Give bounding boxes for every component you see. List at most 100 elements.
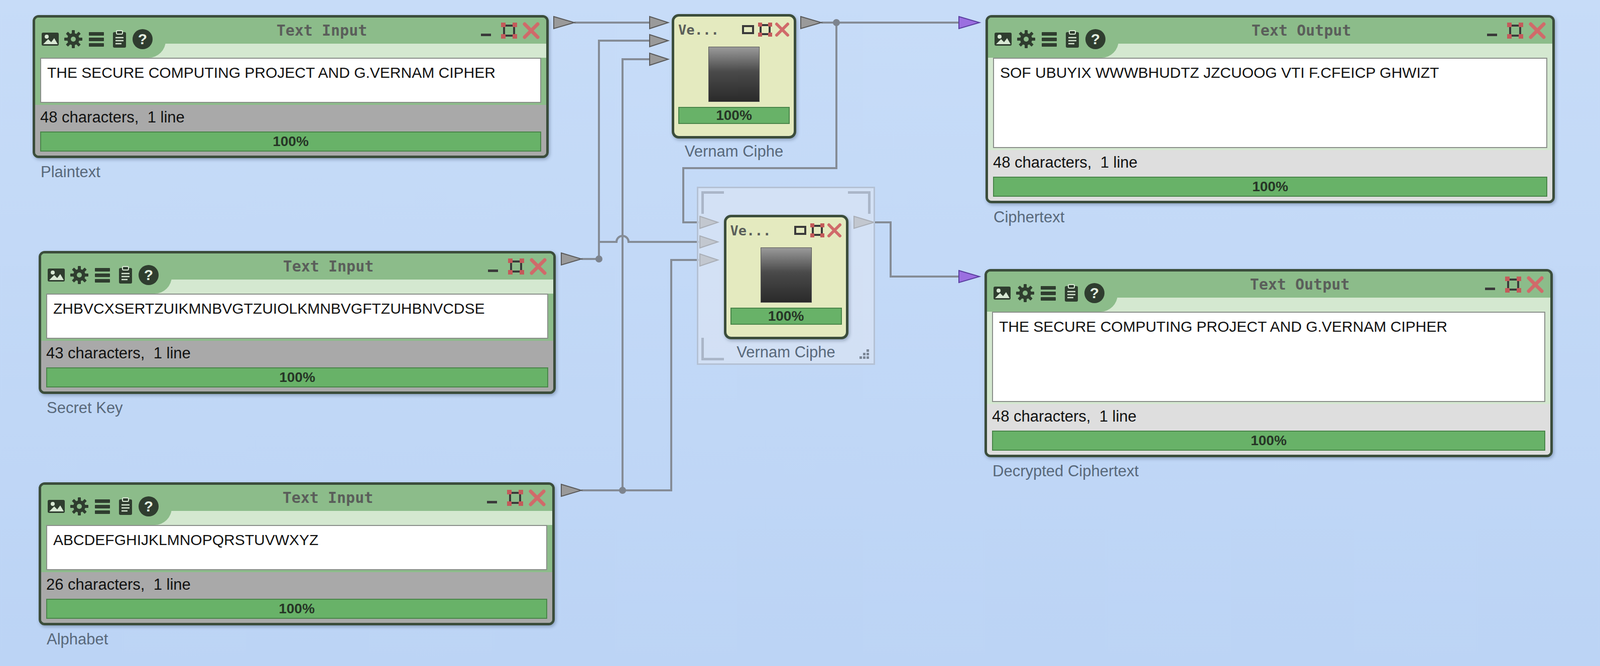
text-output-node[interactable]: ? Text Output SOF UBUYIX WWWBHUDTZ JZCUO… [985, 15, 1555, 204]
maximize-icon[interactable] [1504, 275, 1523, 294]
window-controls [483, 484, 553, 508]
text-input-node[interactable]: ? Text Input THE SECURE COMPUTING PROJEC… [32, 15, 549, 159]
progress-bar: 100% [46, 598, 548, 620]
output-port-icon[interactable] [561, 253, 582, 266]
close-icon[interactable] [1526, 275, 1545, 294]
node-header[interactable]: Ve... [678, 16, 790, 43]
node-label[interactable]: Vernam Ciphe [736, 343, 835, 362]
close-icon[interactable] [774, 22, 790, 38]
component-photo [708, 46, 760, 102]
maximize-icon[interactable] [507, 257, 526, 276]
node-label[interactable]: Decrypted Ciphertext [984, 462, 1553, 481]
wire[interactable] [581, 40, 650, 260]
presentation-image-icon[interactable] [46, 496, 67, 517]
close-icon[interactable] [1528, 21, 1547, 40]
input-port-icon[interactable] [649, 34, 669, 47]
text-input-node[interactable]: ? Text Input ZHBVCXSERTZUIKMNBVGTZUIOLKM… [38, 251, 556, 395]
text-field[interactable]: SOF UBUYIX WWWBHUDTZ JZCUOOG VTI F.CFEIC… [993, 57, 1548, 149]
data-list-icon[interactable] [1039, 29, 1060, 50]
wire[interactable] [622, 260, 699, 491]
text-field[interactable]: ZHBVCXSERTZUIKMNBVGTZUIOLKMNBVGFTZUHBNVC… [46, 293, 549, 339]
output-port-icon[interactable] [561, 484, 582, 497]
text-input-node[interactable]: ? Text Input ABCDEFGHIJKLMNOPQRSTUVWXYZ … [38, 482, 555, 626]
log-clipboard-icon[interactable] [115, 265, 136, 286]
log-clipboard-icon[interactable] [1061, 283, 1082, 304]
wire[interactable] [574, 21, 650, 24]
text-field[interactable]: THE SECURE COMPUTING PROJECT AND G.VERNA… [992, 311, 1546, 403]
node-title: Text Input [171, 484, 484, 507]
settings-gear-icon[interactable] [63, 29, 84, 50]
close-icon[interactable] [826, 222, 842, 238]
output-port-icon[interactable] [553, 16, 575, 29]
node-header[interactable]: Ve... [730, 217, 842, 244]
text-field[interactable]: ABCDEFGHIJKLMNOPQRSTUVWXYZ [46, 525, 548, 571]
workspace-canvas[interactable]: ? Text Input THE SECURE COMPUTING PROJEC… [0, 0, 1600, 666]
node-body: THE SECURE COMPUTING PROJECT AND G.VERNA… [35, 57, 547, 105]
presentation-image-icon[interactable] [993, 29, 1014, 50]
minimize-icon[interactable] [484, 257, 504, 276]
presentation-image-icon[interactable] [992, 283, 1013, 304]
settings-gear-icon[interactable] [69, 265, 90, 286]
wire[interactable] [874, 222, 959, 277]
selection-corner [701, 337, 724, 361]
log-clipboard-icon[interactable] [115, 496, 136, 517]
presentation-image-icon[interactable] [46, 265, 67, 286]
settings-gear-icon[interactable] [69, 496, 90, 517]
minimize-icon[interactable] [1484, 21, 1503, 40]
node-toolbar: ? [987, 271, 1118, 312]
input-port-icon[interactable] [649, 53, 669, 66]
text-output-node[interactable]: ? Text Output THE SECURE COMPUTING PROJE… [984, 269, 1553, 458]
resize-grip-icon[interactable] [858, 348, 871, 361]
maximize-icon[interactable] [809, 222, 825, 238]
node-label[interactable]: Vernam Ciphe [684, 142, 784, 161]
node-label[interactable]: Alphabet [38, 630, 555, 649]
node-label[interactable]: Plaintext [32, 163, 549, 182]
settings-gear-icon[interactable] [1016, 29, 1037, 50]
wire[interactable] [821, 21, 959, 24]
wire[interactable] [598, 235, 699, 242]
presentation-image-icon[interactable] [40, 29, 61, 50]
data-list-icon[interactable] [1038, 283, 1059, 304]
help-icon[interactable]: ? [138, 496, 159, 517]
maximize-icon[interactable] [757, 22, 773, 38]
data-list-icon[interactable] [86, 29, 107, 50]
close-icon[interactable] [528, 488, 547, 508]
wire[interactable] [581, 59, 650, 491]
progress-text: 100% [1250, 432, 1287, 449]
input-port-icon[interactable] [958, 270, 980, 283]
help-icon[interactable]: ? [138, 265, 159, 286]
minimize-icon[interactable] [1482, 275, 1501, 294]
minimize-icon[interactable] [477, 21, 497, 40]
data-list-icon[interactable] [92, 496, 113, 517]
log-clipboard-icon[interactable] [1062, 29, 1083, 50]
help-icon[interactable]: ? [1084, 283, 1105, 304]
close-icon[interactable] [529, 257, 548, 276]
node-header[interactable]: ? Text Input [41, 253, 554, 294]
node-header[interactable]: ? Text Input [35, 17, 547, 58]
restore-icon[interactable] [740, 22, 756, 38]
help-icon[interactable]: ? [1085, 29, 1106, 50]
text-field[interactable]: THE SECURE COMPUTING PROJECT AND G.VERNA… [40, 57, 542, 103]
node-header[interactable]: ? Text Output [987, 271, 1551, 312]
input-port-icon[interactable] [958, 16, 980, 29]
output-port-icon[interactable] [800, 16, 822, 29]
log-clipboard-icon[interactable] [109, 29, 130, 50]
maximize-icon[interactable] [1506, 21, 1525, 40]
restore-icon[interactable] [792, 222, 808, 238]
help-icon[interactable]: ? [132, 29, 153, 50]
vernam-cipher-node[interactable]: Ve... 100% [723, 214, 849, 340]
data-list-icon[interactable] [92, 265, 113, 286]
maximize-icon[interactable] [506, 488, 525, 508]
vernam-cipher-node[interactable]: Ve... 100% [671, 14, 797, 139]
node-header[interactable]: ? Text Input [41, 484, 553, 526]
node-header[interactable]: ? Text Output [988, 17, 1553, 58]
minimize-icon[interactable] [483, 488, 503, 508]
window-controls [1482, 271, 1551, 294]
node-label[interactable]: Secret Key [38, 399, 556, 418]
settings-gear-icon[interactable] [1015, 283, 1036, 304]
maximize-icon[interactable] [500, 21, 519, 40]
node-label[interactable]: Ciphertext [985, 208, 1555, 227]
progress-text: 100% [272, 133, 309, 150]
close-icon[interactable] [522, 21, 541, 40]
input-port-icon[interactable] [649, 16, 669, 29]
